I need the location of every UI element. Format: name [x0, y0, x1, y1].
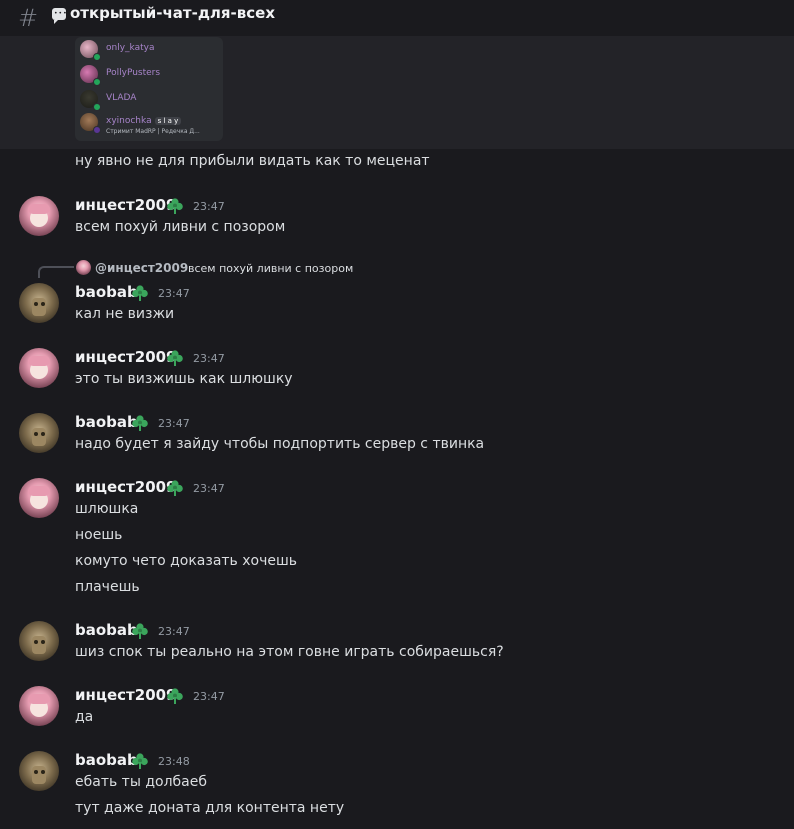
- reply-author[interactable]: @инцест2009: [95, 261, 188, 275]
- username[interactable]: baobab: [75, 283, 138, 301]
- clover-badge-icon: [131, 284, 149, 302]
- reply-connector: [38, 266, 74, 278]
- timestamp: 23:47: [193, 690, 225, 703]
- message-text: плачешь: [75, 579, 140, 595]
- embed-member-name: only_katya: [106, 43, 155, 53]
- online-status-icon: [93, 53, 101, 61]
- clover-badge-icon: [131, 752, 149, 770]
- clover-badge-icon: [131, 622, 149, 640]
- streaming-status-icon: [93, 126, 101, 134]
- avatar[interactable]: [19, 413, 59, 453]
- username[interactable]: инцест2009: [75, 196, 177, 214]
- embed-member-name: xyinochka s l a y: [106, 116, 182, 126]
- clover-badge-icon: [166, 197, 184, 215]
- timestamp: 23:47: [193, 352, 225, 365]
- message-text: это ты визжишь как шлюшку: [75, 371, 293, 387]
- username[interactable]: baobab: [75, 413, 138, 431]
- timestamp: 23:47: [193, 482, 225, 495]
- username[interactable]: baobab: [75, 621, 138, 639]
- clover-badge-icon: [131, 414, 149, 432]
- timestamp: 23:47: [158, 625, 190, 638]
- username[interactable]: инцест2009: [75, 348, 177, 366]
- avatar[interactable]: [19, 283, 59, 323]
- avatar[interactable]: [19, 751, 59, 791]
- username[interactable]: инцест2009: [75, 478, 177, 496]
- avatar[interactable]: [19, 196, 59, 236]
- avatar[interactable]: [19, 348, 59, 388]
- message-text: тут даже доната для контента нету: [75, 800, 345, 816]
- clover-badge-icon: [166, 349, 184, 367]
- message-text: ноешь: [75, 527, 123, 543]
- hash-icon: #: [18, 4, 39, 32]
- message-text: да: [75, 709, 94, 725]
- online-status-icon: [93, 103, 101, 111]
- message-text: ебать ты долбаеб: [75, 774, 207, 790]
- message-text: шлюшка: [75, 501, 139, 517]
- speech-bubble-icon: •••: [52, 8, 67, 24]
- timestamp: 23:47: [158, 417, 190, 430]
- message-text: комуто чето доказать хочешь: [75, 553, 298, 569]
- online-status-icon: [93, 78, 101, 86]
- member-activity: Стримит MadRP | Редечка Д...: [106, 128, 200, 135]
- embed-member-name: VLADA: [106, 93, 137, 103]
- member-list-embed: only_katya PollyPusters VLADA xyinochka s…: [75, 37, 223, 141]
- message-text: кал не визжи: [75, 306, 175, 322]
- message-text: всем похуй ливни с позором: [75, 219, 286, 235]
- message-text: надо будет я зайду чтобы подпортить серв…: [75, 436, 485, 452]
- clover-badge-icon: [166, 479, 184, 497]
- avatar[interactable]: [19, 686, 59, 726]
- avatar[interactable]: [19, 478, 59, 518]
- timestamp: 23:48: [158, 755, 190, 768]
- clover-badge-icon: [166, 687, 184, 705]
- channel-header: # ••• открытый-чат-для-всех: [0, 0, 794, 37]
- clan-tag: s l a y: [154, 117, 182, 125]
- channel-name[interactable]: открытый-чат-для-всех: [70, 4, 275, 22]
- reply-avatar: [76, 260, 91, 275]
- avatar[interactable]: [19, 621, 59, 661]
- embed-member-name: PollyPusters: [106, 68, 161, 78]
- reply-preview[interactable]: всем похуй ливни с позором: [188, 262, 353, 275]
- username[interactable]: baobab: [75, 751, 138, 769]
- timestamp: 23:47: [193, 200, 225, 213]
- message-text: шиз спок ты реально на этом говне играть…: [75, 644, 504, 660]
- username[interactable]: инцест2009: [75, 686, 177, 704]
- message-text: ну явно не для прибыли видать как то мец…: [75, 153, 430, 169]
- timestamp: 23:47: [158, 287, 190, 300]
